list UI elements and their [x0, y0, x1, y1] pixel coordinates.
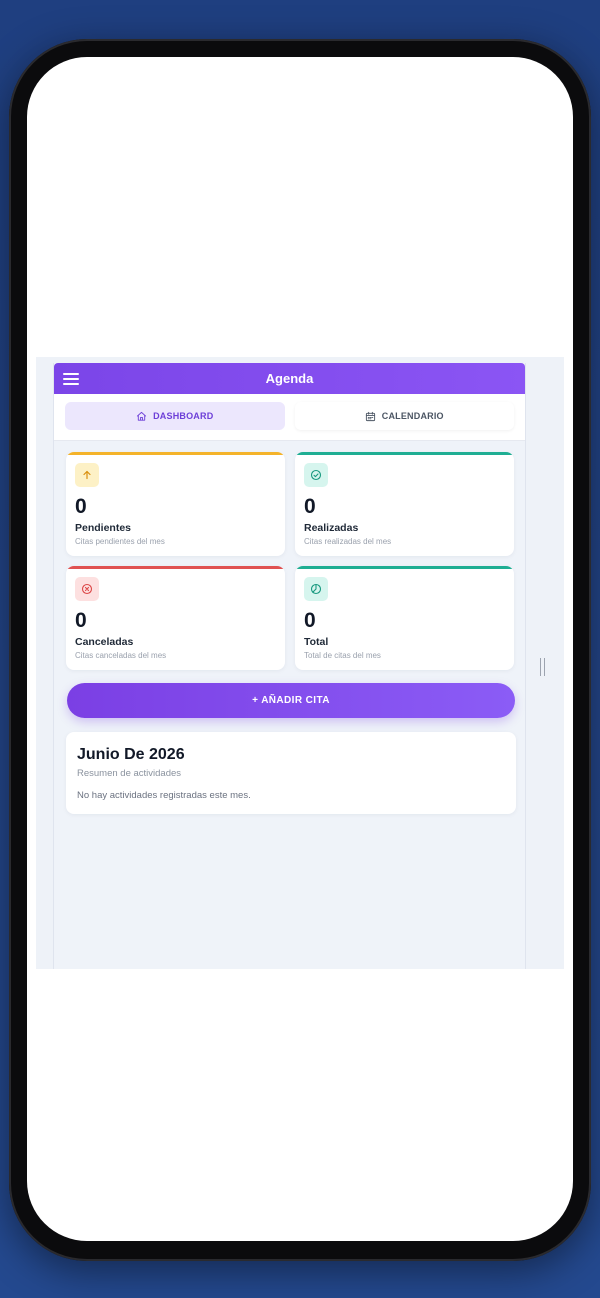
x-circle-icon: [81, 583, 93, 595]
summary-title: Junio De 2026: [77, 746, 185, 763]
app-container: Agenda DASHBOARD CALENDARIO 0 Pendientes…: [53, 363, 526, 969]
calendar-icon: [365, 411, 375, 421]
stat-value: 0: [75, 495, 87, 518]
card-accent-strip: [66, 452, 285, 455]
tab-dashboard-label: DASHBOARD: [153, 411, 214, 421]
arrow-up-icon: [83, 470, 91, 480]
home-icon: [137, 411, 147, 421]
summary-subtitle: Resumen de actividades: [77, 768, 182, 779]
stat-value: 0: [304, 609, 316, 632]
resize-handle[interactable]: [540, 658, 545, 676]
stat-card-realizadas[interactable]: 0 Realizadas Citas realizadas del mes: [295, 452, 514, 556]
tab-bar: DASHBOARD CALENDARIO: [54, 394, 525, 441]
menu-icon[interactable]: [63, 373, 79, 385]
card-accent-strip: [295, 566, 514, 569]
stat-value: 0: [304, 495, 316, 518]
stat-card-canceladas[interactable]: 0 Canceladas Citas canceladas del mes: [66, 566, 285, 670]
tab-calendario-label: CALENDARIO: [381, 411, 444, 421]
stat-card-pendientes[interactable]: 0 Pendientes Citas pendientes del mes: [66, 452, 285, 556]
tab-dashboard[interactable]: DASHBOARD: [65, 402, 285, 430]
pie-chart-icon: [310, 583, 322, 595]
month-summary-card: Junio De 2026 Resumen de actividades No …: [66, 732, 516, 814]
add-appointment-button[interactable]: + AÑADIR CITA: [67, 683, 515, 718]
stat-description: Citas canceladas del mes: [75, 651, 167, 660]
phone-screen: Agenda DASHBOARD CALENDARIO 0 Pendientes…: [27, 57, 573, 1241]
stat-description: Citas realizadas del mes: [304, 537, 392, 546]
app-title: Agenda: [265, 371, 314, 386]
stat-label: Canceladas: [75, 636, 134, 648]
stat-label: Pendientes: [75, 522, 132, 534]
stat-label: Total: [304, 636, 329, 648]
tab-calendario[interactable]: CALENDARIO: [294, 402, 514, 430]
check-circle-icon: [310, 469, 322, 481]
stats-grid: 0 Pendientes Citas pendientes del mes 0 …: [66, 452, 516, 670]
stat-value: 0: [75, 609, 87, 632]
summary-empty-message: No hay actividades registradas este mes.: [77, 790, 251, 801]
top-app-bar: Agenda: [54, 363, 525, 394]
app-viewport: Agenda DASHBOARD CALENDARIO 0 Pendientes…: [36, 357, 564, 969]
stat-card-total[interactable]: 0 Total Total de citas del mes: [295, 566, 514, 670]
stat-description: Total de citas del mes: [304, 651, 381, 660]
card-accent-strip: [295, 452, 514, 455]
stat-description: Citas pendientes del mes: [75, 537, 165, 546]
stat-label: Realizadas: [304, 522, 359, 534]
card-accent-strip: [66, 566, 285, 569]
